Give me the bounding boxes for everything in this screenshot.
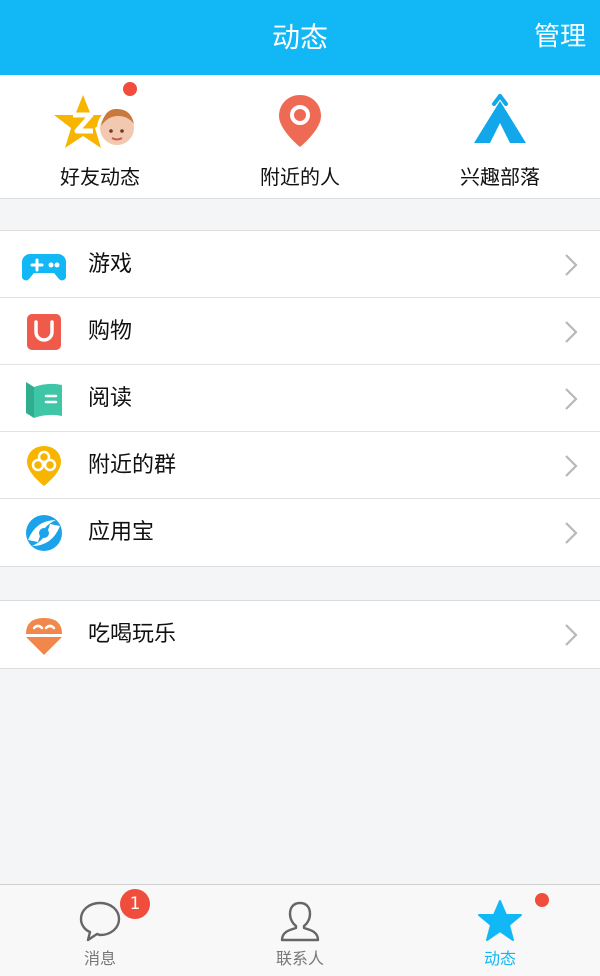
- menu-item-label: 吃喝玩乐: [88, 622, 177, 647]
- tab-label: 消息: [83, 949, 116, 968]
- gamepad-icon: [21, 244, 67, 286]
- contact-person-icon: [200, 899, 400, 945]
- menu-item-games[interactable]: 游戏: [0, 231, 600, 298]
- menu-item-nearby-groups[interactable]: 附近的群: [0, 432, 600, 499]
- tab-messages[interactable]: 1 消息: [0, 885, 200, 976]
- quick-entry-label: 好友动态: [60, 165, 140, 189]
- quick-entries: 好友动态 附近的人 兴趣部落: [0, 75, 600, 199]
- unread-badge: 1: [120, 889, 150, 919]
- book-icon: [22, 378, 66, 420]
- nearby-group-icon: [22, 445, 66, 487]
- bottom-tab-bar: 1 消息 联系人 动态: [0, 884, 600, 976]
- chat-bubble-icon: [0, 899, 200, 945]
- tent-icon: [400, 93, 600, 151]
- menu-group-lifestyle: 吃喝玩乐: [0, 600, 600, 669]
- chevron-right-icon: [565, 321, 578, 343]
- menu-group-services: 游戏 购物 阅读 附近的群 应用宝: [0, 230, 600, 567]
- app-store-icon: [22, 512, 66, 554]
- new-activity-dot: [123, 82, 137, 96]
- quick-entry-label: 兴趣部落: [460, 165, 540, 189]
- quick-entry-friend-feed[interactable]: 好友动态: [0, 75, 200, 199]
- page-title: 动态: [271, 21, 328, 54]
- menu-item-food-fun[interactable]: 吃喝玩乐: [0, 601, 600, 668]
- menu-item-reading[interactable]: 阅读: [0, 365, 600, 432]
- chevron-right-icon: [565, 388, 578, 410]
- chevron-right-icon: [565, 455, 578, 477]
- menu-item-label: 附近的群: [88, 453, 177, 478]
- menu-item-label: 阅读: [88, 386, 133, 411]
- tab-contacts[interactable]: 联系人: [200, 885, 400, 976]
- star-icon: [400, 899, 600, 945]
- menu-item-label: 游戏: [88, 252, 133, 277]
- menu-item-app-store[interactable]: 应用宝: [0, 499, 600, 566]
- shopping-bag-icon: [22, 311, 66, 353]
- menu-item-label: 购物: [88, 319, 133, 344]
- quick-entry-nearby-people[interactable]: 附近的人: [200, 75, 400, 199]
- manage-button[interactable]: 管理: [534, 0, 586, 75]
- quick-entry-interest-tribe[interactable]: 兴趣部落: [400, 75, 600, 199]
- qzone-star-icon: [0, 93, 200, 151]
- menu-item-shopping[interactable]: 购物: [0, 298, 600, 365]
- chevron-right-icon: [565, 254, 578, 276]
- top-bar: 动态 管理: [0, 0, 600, 75]
- menu-item-label: 应用宝: [88, 520, 155, 545]
- tab-label: 联系人: [275, 949, 324, 968]
- tab-label: 动态: [483, 949, 516, 968]
- ice-cream-icon: [22, 614, 66, 656]
- new-feeds-dot: [535, 893, 549, 907]
- location-pin-icon: [200, 93, 400, 151]
- chevron-right-icon: [565, 624, 578, 646]
- quick-entry-label: 附近的人: [260, 165, 340, 189]
- tab-feeds[interactable]: 动态: [400, 885, 600, 976]
- chevron-right-icon: [565, 522, 578, 544]
